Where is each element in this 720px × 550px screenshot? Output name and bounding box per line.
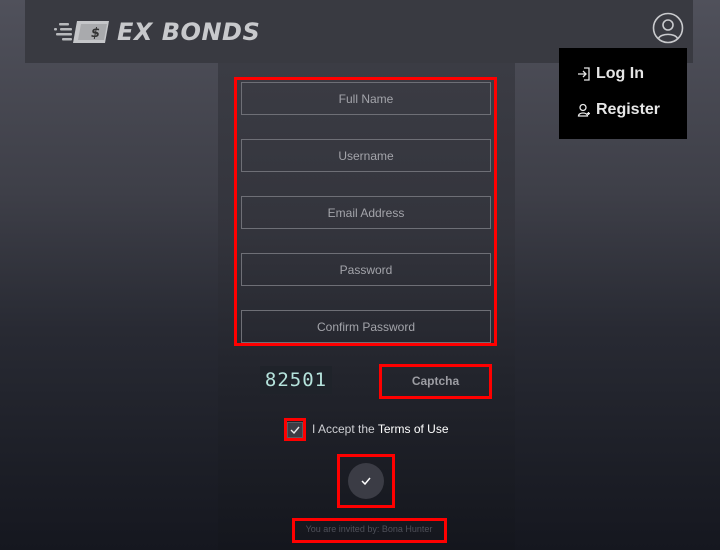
- terms-link[interactable]: Terms of Use: [378, 422, 449, 436]
- username-input[interactable]: [241, 139, 491, 172]
- confirm-password-input[interactable]: [241, 310, 491, 343]
- full-name-input[interactable]: [241, 82, 491, 115]
- terms-checkbox[interactable]: [287, 422, 303, 438]
- invite-text: You are invited by: Bona Hunter: [305, 524, 433, 534]
- logo-text: EX BONDS: [117, 18, 261, 46]
- check-icon: [290, 426, 300, 434]
- user-circle-icon[interactable]: [652, 12, 684, 44]
- terms-label: I Accept the Terms of Use: [312, 422, 449, 436]
- email-input[interactable]: [241, 196, 491, 229]
- terms-prefix: I Accept the: [312, 422, 378, 436]
- menu-item-login[interactable]: Log In: [577, 65, 644, 83]
- svg-text:$: $: [91, 26, 100, 41]
- menu-item-label: Register: [596, 101, 661, 118]
- logo[interactable]: $ EX BONDS: [53, 12, 260, 52]
- captcha-input[interactable]: [383, 367, 488, 395]
- captcha-image: 82501: [260, 366, 332, 394]
- money-bill-icon: $: [54, 21, 109, 43]
- menu-item-label: Log In: [596, 65, 644, 82]
- login-icon: [578, 67, 590, 81]
- user-add-icon: [577, 103, 590, 117]
- user-menu: Log In Register: [559, 48, 687, 139]
- menu-item-register[interactable]: Register: [577, 101, 660, 119]
- check-icon: [361, 477, 371, 485]
- password-input[interactable]: [241, 253, 491, 286]
- submit-button[interactable]: [348, 463, 384, 499]
